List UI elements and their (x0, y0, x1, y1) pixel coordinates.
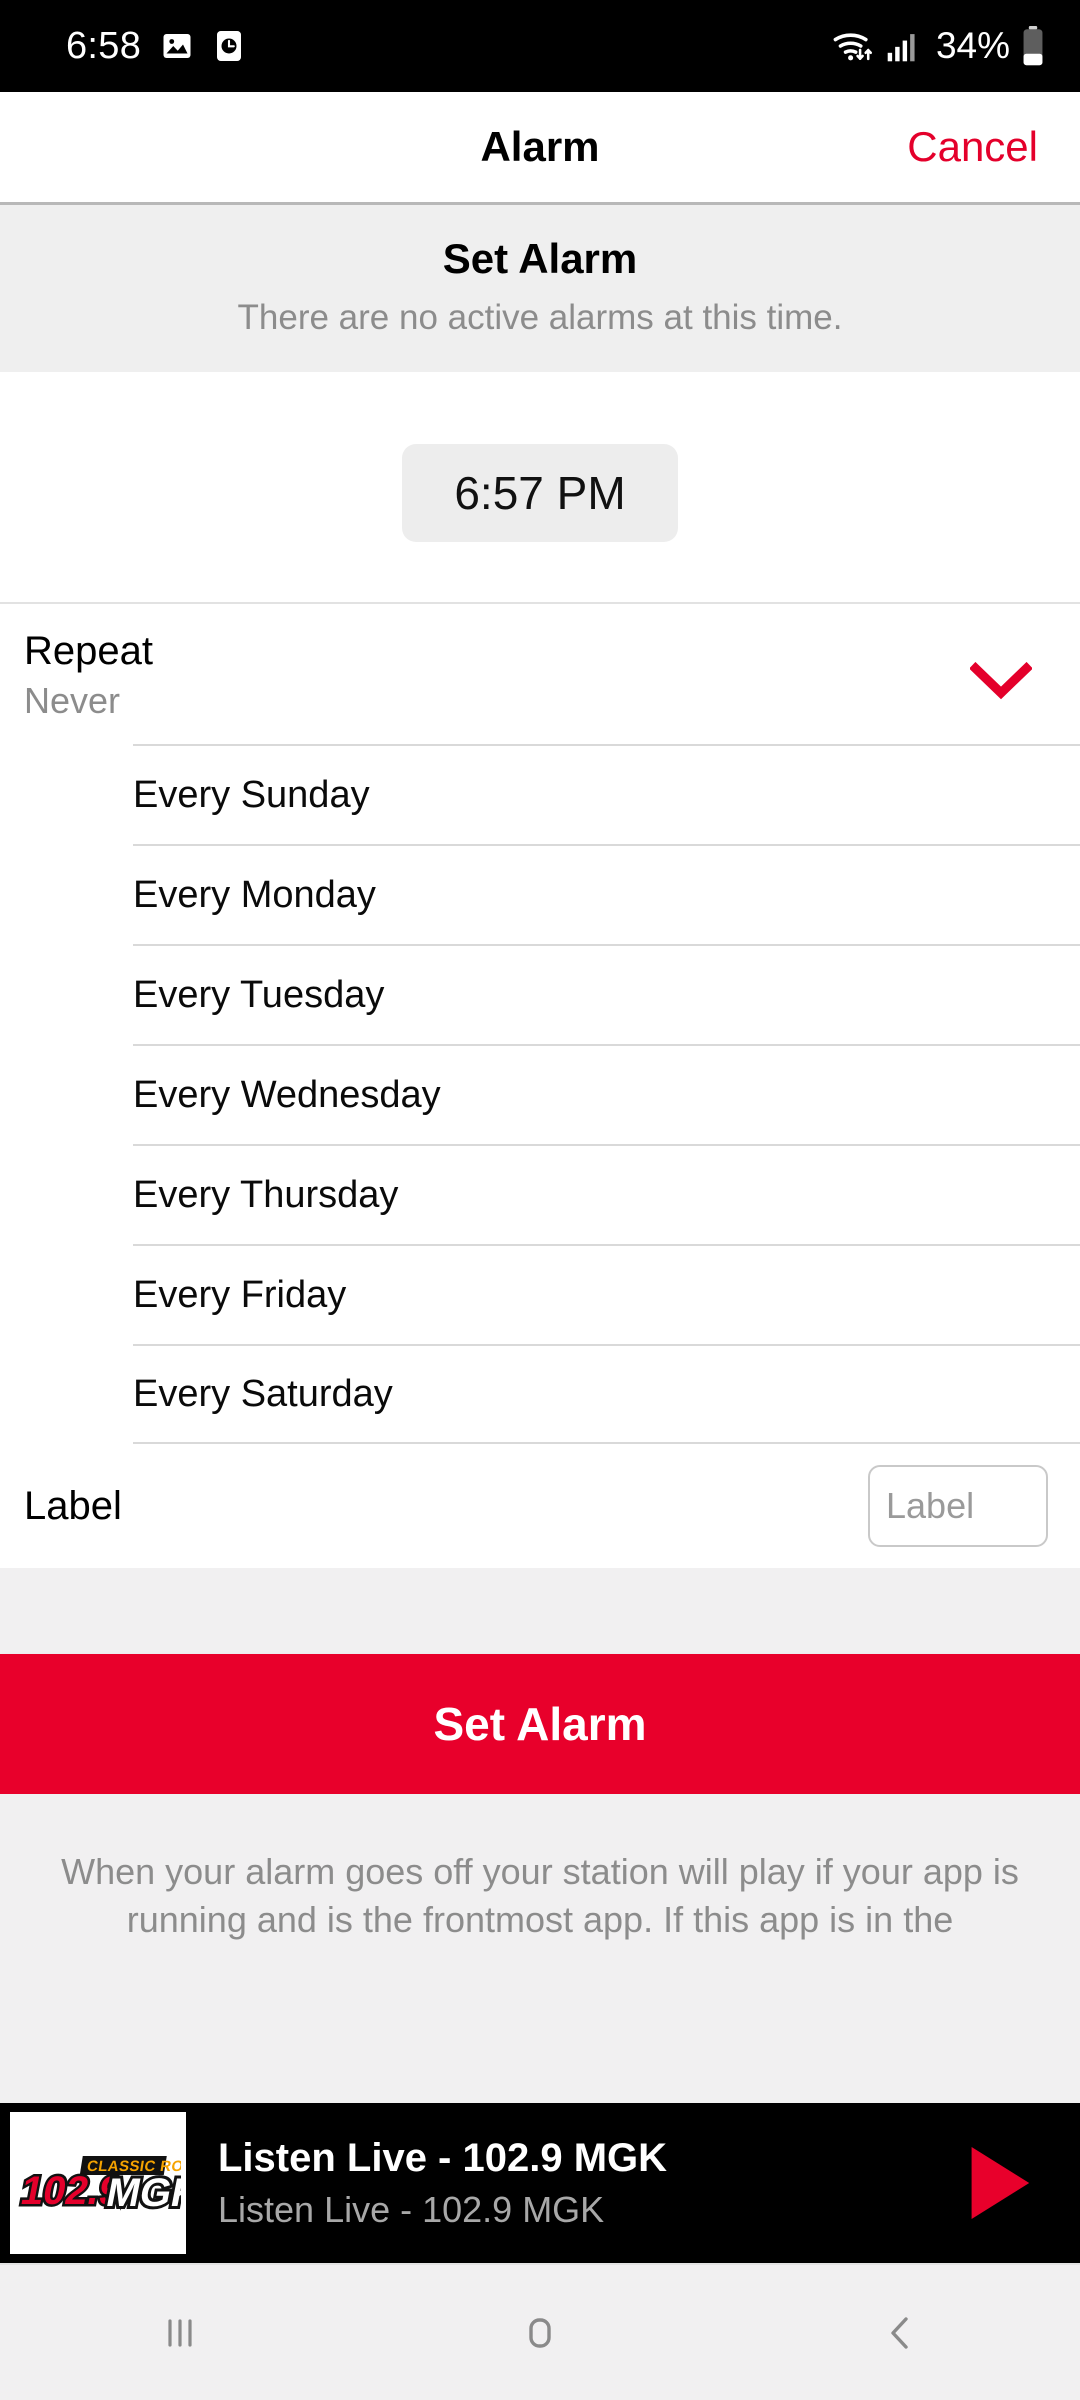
screen-header: Alarm Cancel (0, 92, 1080, 205)
repeat-option-thursday[interactable]: Every Thursday (133, 1144, 1080, 1244)
section-spacer (0, 1568, 1080, 1654)
status-bar-clock: 6:58 (66, 24, 142, 67)
status-bar: 6:58 34% (0, 0, 1080, 92)
battery-percent-label: 34% (935, 25, 1010, 66)
label-row: Label (0, 1444, 1080, 1568)
banner-subtitle: There are no active alarms at this time. (237, 298, 843, 337)
page-title: Alarm (480, 123, 600, 170)
label-input[interactable] (868, 1465, 1048, 1547)
repeat-option-sunday[interactable]: Every Sunday (133, 744, 1080, 844)
recents-icon[interactable] (120, 2283, 240, 2383)
now-playing-subtitle: Listen Live - 102.9 MGK (218, 2188, 605, 2230)
repeat-value: Never (24, 680, 121, 721)
set-alarm-button[interactable]: Set Alarm (0, 1654, 1080, 1794)
home-icon[interactable] (480, 2283, 600, 2383)
station-artwork: CLASSIC ROCK 102.9 102.9 MGK MGK (10, 2112, 186, 2254)
repeat-row[interactable]: Repeat Never (0, 604, 1080, 744)
wifi-icon (832, 27, 876, 65)
chevron-down-icon[interactable] (969, 661, 1033, 707)
time-picker-button[interactable]: 6:57 PM (402, 444, 678, 542)
set-alarm-banner: Set Alarm There are no active alarms at … (0, 205, 1080, 372)
phone-screen: 6:58 34% Alarm Cancel Set Alarm There ar… (0, 0, 1080, 2400)
repeat-option-saturday[interactable]: Every Saturday (133, 1344, 1080, 1444)
label-field-label: Label (24, 1483, 122, 1528)
play-button[interactable] (952, 2137, 1044, 2229)
repeat-option-friday[interactable]: Every Friday (133, 1244, 1080, 1344)
image-icon (159, 28, 195, 64)
battery-icon (1020, 25, 1046, 67)
banner-title: Set Alarm (442, 235, 638, 282)
repeat-options-list: Every Sunday Every Monday Every Tuesday … (0, 744, 1080, 1444)
repeat-option-monday[interactable]: Every Monday (133, 844, 1080, 944)
cellular-signal-icon (886, 29, 920, 63)
svg-text:MGK: MGK (103, 2169, 181, 2215)
cancel-button[interactable]: Cancel (907, 123, 1038, 171)
repeat-option-wednesday[interactable]: Every Wednesday (133, 1044, 1080, 1144)
back-icon[interactable] (840, 2283, 960, 2383)
now-playing-bar[interactable]: CLASSIC ROCK 102.9 102.9 MGK MGK Listen … (0, 2103, 1080, 2263)
repeat-label: Repeat (24, 629, 153, 673)
status-bar-right: 34% (832, 25, 1046, 67)
now-playing-text: Listen Live - 102.9 MGK Listen Live - 10… (218, 2136, 952, 2231)
android-navigation-bar (0, 2263, 1080, 2400)
repeat-option-tuesday[interactable]: Every Tuesday (133, 944, 1080, 1044)
time-picker-section: 6:57 PM (0, 372, 1080, 604)
clock-app-icon (213, 28, 245, 64)
now-playing-title: Listen Live - 102.9 MGK (218, 2135, 668, 2180)
status-bar-left: 6:58 (66, 25, 245, 68)
